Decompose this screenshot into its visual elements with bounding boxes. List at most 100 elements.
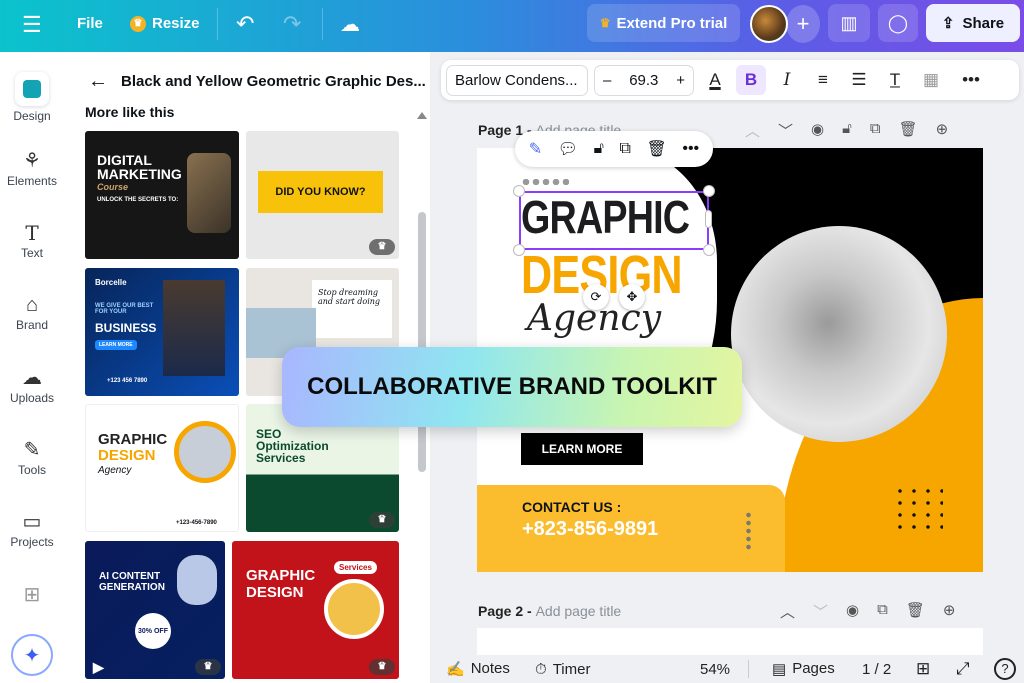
template-thumbnail[interactable]: DID YOU KNOW? ♛ xyxy=(246,131,399,259)
hamburger-icon[interactable]: ☰ xyxy=(22,12,42,38)
lock-icon[interactable]: 🔓︎ xyxy=(594,140,604,158)
scroll-up-arrow[interactable] xyxy=(417,112,427,119)
template-thumbnail[interactable]: GRAPHIC DESIGN Agency +123-456-7890 xyxy=(85,404,239,532)
upload-cloud-icon: ☁ xyxy=(22,367,42,389)
align-icon[interactable]: ≡ xyxy=(808,65,838,95)
fullscreen-icon[interactable]: ⤢ xyxy=(956,659,970,679)
decrease-size-button[interactable]: – xyxy=(603,72,611,89)
scrollbar[interactable] xyxy=(418,212,426,472)
redo-icon[interactable]: ↷ xyxy=(283,11,301,37)
rail-item-design[interactable]: Design xyxy=(0,72,64,123)
template-thumbnail[interactable]: GRAPHIC DESIGN Services ♛ xyxy=(232,541,399,679)
share-button[interactable]: ⇪ Share xyxy=(926,4,1020,42)
duplicate-icon[interactable]: ⧉ xyxy=(870,120,881,141)
template-title: GRAPHIC xyxy=(98,431,168,448)
list-icon[interactable]: ☰ xyxy=(844,65,874,95)
resize-handle[interactable] xyxy=(703,185,715,197)
template-title: DIGITAL MARKETING xyxy=(97,152,182,182)
rail-item-tools[interactable]: ✎ Tools xyxy=(0,437,64,477)
premium-crown-icon: ♛ xyxy=(369,239,395,255)
text-format-toolbar: Barlow Condens... – 69.3 + A B I ≡ ☰ T̲ … xyxy=(441,60,1019,100)
contact-phone: +823-856-9891 xyxy=(522,518,659,540)
rail-label: Uploads xyxy=(9,391,55,405)
template-sub: Agency xyxy=(98,465,132,476)
more-options-icon[interactable]: ••• xyxy=(956,65,986,95)
add-page-icon[interactable]: ⊕ xyxy=(943,601,956,622)
timer-button[interactable]: ⏱ Timer xyxy=(535,661,590,678)
italic-button[interactable]: I xyxy=(772,65,802,95)
resize-handle[interactable] xyxy=(513,244,525,256)
increase-size-button[interactable]: + xyxy=(676,72,685,89)
comment-icon[interactable]: ◯ xyxy=(878,4,918,42)
transparency-icon[interactable]: ▦ xyxy=(916,65,946,95)
pages-button[interactable]: ▤ Pages xyxy=(772,660,835,678)
extend-pro-trial-button[interactable]: ♛ Extend Pro trial xyxy=(587,4,740,42)
zoom-level[interactable]: 54% xyxy=(700,661,730,678)
chevron-down-icon[interactable]: ﹀ xyxy=(813,601,828,622)
side-handle[interactable] xyxy=(705,210,712,228)
template-thumbnail[interactable]: DIGITAL MARKETING Course UNLOCK THE SECR… xyxy=(85,131,239,259)
grid-view-icon[interactable]: ⊞ xyxy=(916,659,930,679)
cloud-saved-icon[interactable]: ☁ xyxy=(340,12,360,37)
notes-button[interactable]: ✍ Notes xyxy=(446,660,510,678)
rail-item-uploads[interactable]: ☁ Uploads xyxy=(0,365,64,405)
resize-handle[interactable] xyxy=(703,244,715,256)
page-2-title[interactable]: Page 2 - Add page title xyxy=(478,603,621,619)
more-options-icon[interactable]: ••• xyxy=(682,140,699,158)
hide-eye-icon[interactable]: ◉ xyxy=(811,120,824,141)
add-page-icon[interactable]: ⊕ xyxy=(936,120,949,141)
page-1-actions: ︿ ﹀ ◉ 🔓︎ ⧉ 🗑︎ ⊕ xyxy=(745,120,948,141)
magic-sparkle-button[interactable]: ✦ xyxy=(11,634,53,676)
selection-box[interactable] xyxy=(519,191,709,250)
bold-button[interactable]: B xyxy=(736,65,766,95)
magic-edit-icon[interactable]: ✎ xyxy=(529,139,542,159)
move-icon[interactable]: ✥ xyxy=(619,284,645,310)
apps-icon[interactable]: ⊞ xyxy=(0,582,64,608)
chevron-down-icon[interactable]: ﹀ xyxy=(778,120,793,141)
help-icon[interactable]: ? xyxy=(994,658,1016,680)
template-thumbnail[interactable]: Borcelle WE GIVE OUR BEST FOR YOUR BUSIN… xyxy=(85,268,239,396)
duplicate-icon[interactable]: ⧉ xyxy=(620,140,631,158)
chevron-up-icon[interactable]: ︿ xyxy=(745,120,760,141)
drag-dots-icon[interactable] xyxy=(521,179,569,185)
hide-eye-icon[interactable]: ◉ xyxy=(846,601,859,622)
notes-icon: ✍ xyxy=(446,661,465,678)
play-icon[interactable]: ▶ xyxy=(93,659,104,676)
learn-more-button[interactable]: LEARN MORE xyxy=(521,433,643,465)
file-menu[interactable]: File xyxy=(77,15,103,32)
letter-spacing-icon[interactable]: T̲ xyxy=(880,65,910,95)
add-collaborator-button[interactable]: + xyxy=(786,5,820,43)
resize-handle[interactable] xyxy=(513,185,525,197)
rotate-icon[interactable]: ⟳ xyxy=(583,284,609,310)
page-label: Page 2 - xyxy=(478,603,536,619)
rail-label: Elements xyxy=(6,174,58,188)
duplicate-icon[interactable]: ⧉ xyxy=(877,601,888,622)
trash-icon[interactable]: 🗑︎ xyxy=(906,601,925,622)
rail-item-elements[interactable]: ⚘ Elements xyxy=(0,148,64,188)
template-thumbnail[interactable]: AI CONTENT GENERATION 30% OFF ▶ ♛ xyxy=(85,541,225,679)
trash-icon[interactable]: 🗑︎ xyxy=(899,120,918,141)
rail-item-text[interactable]: T Text xyxy=(0,220,64,260)
rail-item-brand[interactable]: ⌂ Brand xyxy=(0,292,64,332)
rail-item-projects[interactable]: ▭ Projects xyxy=(0,509,64,549)
font-family-select[interactable]: Barlow Condens... xyxy=(446,64,588,96)
design-page-2[interactable] xyxy=(477,628,983,655)
back-arrow-icon[interactable]: ← xyxy=(88,70,108,93)
extend-pro-label: Extend Pro trial xyxy=(616,14,728,32)
template-sub: WE GIVE OUR BEST FOR YOUR xyxy=(95,303,154,315)
text-color-icon[interactable]: A xyxy=(700,65,730,95)
add-comment-icon[interactable]: 💬︎ xyxy=(558,139,578,159)
insights-chart-icon[interactable]: ▥ xyxy=(828,4,870,42)
rail-label: Brand xyxy=(15,318,49,332)
avatar[interactable] xyxy=(750,5,788,43)
lock-icon[interactable]: 🔓︎ xyxy=(842,120,852,141)
resize-button[interactable]: ♛ Resize xyxy=(130,15,200,32)
template-title: SEO Optimization Services xyxy=(256,427,329,465)
page-title-placeholder[interactable]: Add page title xyxy=(536,603,622,619)
trash-icon[interactable]: 🗑︎ xyxy=(646,139,666,159)
font-size-input[interactable]: 69.3 xyxy=(629,72,658,89)
chevron-up-icon[interactable]: ︿ xyxy=(780,601,795,622)
template-brand: Borcelle xyxy=(95,278,127,287)
tools-icon: ✎ xyxy=(23,439,41,461)
undo-icon[interactable]: ↶ xyxy=(236,11,254,37)
